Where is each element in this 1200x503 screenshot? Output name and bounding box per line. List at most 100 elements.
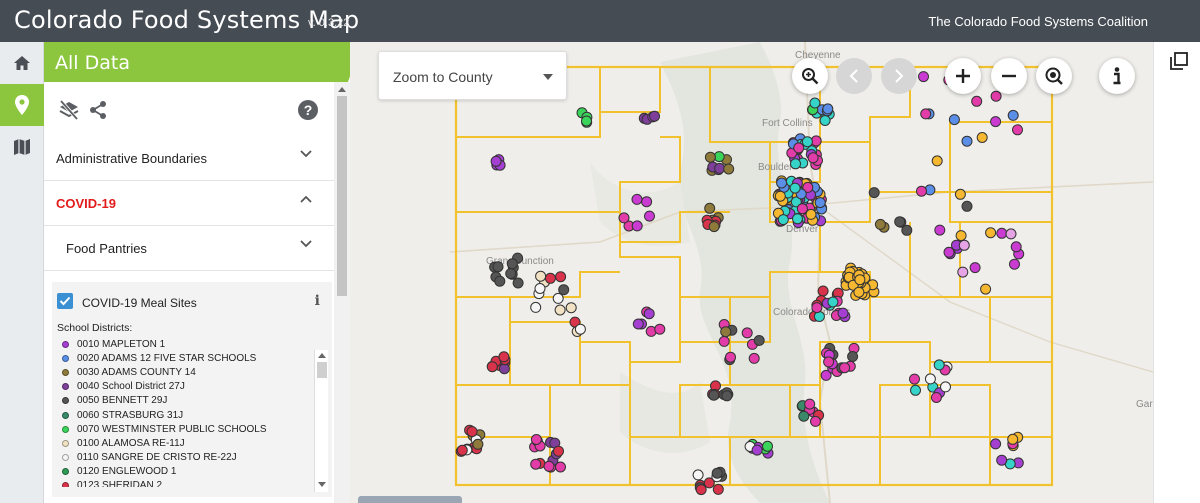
zoom-in-button[interactable] (945, 58, 981, 94)
meal-site-marker[interactable] (1007, 109, 1019, 121)
meal-site-marker[interactable] (631, 193, 643, 205)
meal-site-marker[interactable] (643, 308, 655, 320)
layers-off-icon[interactable] (58, 100, 80, 120)
home-button[interactable] (0, 42, 44, 84)
scroll-up-icon[interactable] (318, 352, 326, 358)
meal-site-marker[interactable] (940, 381, 951, 393)
meal-site-marker[interactable] (776, 177, 788, 189)
meal-site-marker[interactable] (753, 335, 765, 346)
meal-site-marker[interactable] (725, 351, 736, 363)
meal-site-marker[interactable] (558, 284, 570, 296)
meal-site-marker[interactable] (718, 335, 730, 347)
meal-site-marker[interactable] (955, 230, 967, 242)
meal-site-marker[interactable] (809, 97, 821, 109)
legend-scroll-thumb[interactable] (317, 362, 327, 378)
scroll-up-icon[interactable] (338, 86, 346, 92)
meal-site-marker[interactable] (1010, 241, 1022, 253)
meal-site-marker[interactable] (901, 224, 913, 236)
meal-site-marker[interactable] (711, 467, 723, 479)
meal-site-marker[interactable] (632, 318, 644, 330)
meal-site-marker[interactable] (654, 323, 666, 335)
meal-site-marker[interactable] (486, 361, 498, 373)
meal-site-marker[interactable] (712, 483, 724, 495)
meal-site-marker[interactable] (644, 210, 655, 222)
meal-site-marker[interactable] (796, 203, 808, 215)
info-icon[interactable]: i (315, 293, 320, 309)
panel-scroll-thumb[interactable] (337, 96, 347, 296)
meal-site-marker[interactable] (954, 188, 966, 200)
meal-site-marker[interactable] (748, 352, 760, 364)
legend-scrollbar[interactable] (314, 350, 328, 492)
meal-site-marker[interactable] (837, 307, 849, 319)
map-canvas[interactable]: Cheyenne Fort Collins Boulder Denver Gra… (350, 42, 1153, 503)
meal-site-marker[interactable] (976, 132, 988, 143)
meal-site-marker[interactable] (854, 274, 866, 286)
meal-site-marker[interactable] (958, 239, 970, 251)
meal-site-marker[interactable] (720, 326, 732, 338)
panel-scrollbar[interactable] (334, 82, 350, 503)
forward-button[interactable] (881, 58, 917, 94)
map-layers-button[interactable] (0, 84, 44, 126)
meal-site-marker[interactable] (990, 438, 1002, 450)
zoom-to-county-select[interactable]: Zoom to County (378, 51, 567, 100)
meal-site-marker[interactable] (819, 115, 831, 126)
meal-site-marker[interactable] (822, 103, 834, 115)
meal-site-marker[interactable] (868, 187, 880, 199)
back-button[interactable] (836, 58, 872, 94)
meal-site-marker[interactable] (498, 363, 510, 375)
meal-site-marker[interactable] (641, 196, 653, 208)
scroll-down-icon[interactable] (318, 482, 326, 488)
zoom-out-button[interactable] (991, 58, 1027, 94)
meal-site-marker[interactable] (874, 218, 886, 230)
meal-site-marker[interactable] (961, 135, 973, 147)
meal-site-marker[interactable] (777, 214, 789, 226)
meal-site-marker[interactable] (918, 71, 929, 83)
zoom-extent-button[interactable] (792, 58, 828, 94)
section-covid-19[interactable]: COVID-19 (44, 181, 334, 226)
meal-site-marker[interactable] (910, 384, 921, 396)
meal-site-marker[interactable] (618, 212, 630, 224)
meal-site-marker[interactable] (534, 283, 546, 294)
meal-site-marker[interactable] (490, 155, 502, 167)
meal-site-marker[interactable] (980, 283, 992, 295)
meal-site-marker[interactable] (741, 327, 753, 339)
meal-site-marker[interactable] (933, 359, 945, 371)
meal-site-marker[interactable] (631, 220, 643, 232)
meal-site-marker[interactable] (807, 152, 819, 164)
meal-site-marker[interactable] (544, 272, 556, 284)
meal-site-marker[interactable] (530, 458, 542, 470)
meal-site-marker[interactable] (934, 224, 946, 236)
meal-site-marker[interactable] (649, 110, 660, 122)
meal-site-marker[interactable] (751, 444, 763, 456)
meal-site-marker[interactable] (552, 292, 564, 304)
meal-site-marker[interactable] (810, 415, 821, 427)
meal-site-marker[interactable] (805, 208, 817, 220)
meal-site-marker[interactable] (704, 202, 716, 214)
meal-site-marker[interactable] (1009, 258, 1020, 270)
meal-site-marker[interactable] (931, 155, 943, 167)
meal-site-marker[interactable] (827, 296, 839, 308)
help-icon[interactable]: ? (298, 100, 318, 120)
meal-site-marker[interactable] (996, 227, 1008, 239)
meal-site-marker[interactable] (948, 114, 960, 126)
meal-site-marker[interactable] (811, 302, 823, 314)
meal-site-marker[interactable] (555, 461, 566, 473)
meal-site-marker[interactable] (708, 221, 720, 233)
meal-site-marker[interactable] (996, 454, 1008, 466)
meal-site-marker[interactable] (721, 390, 733, 402)
info-button[interactable] (1099, 58, 1135, 94)
meal-site-marker[interactable] (814, 197, 826, 209)
meal-site-marker[interactable] (695, 484, 707, 496)
meal-site-marker[interactable] (472, 438, 484, 450)
meal-site-marker[interactable] (565, 302, 577, 314)
meal-site-marker[interactable] (847, 351, 859, 362)
meal-site-marker[interactable] (692, 469, 704, 481)
meal-site-marker[interactable] (703, 477, 715, 489)
meal-site-marker[interactable] (920, 108, 932, 120)
meal-site-marker[interactable] (789, 182, 801, 194)
meal-site-marker[interactable] (792, 213, 803, 225)
meal-site-marker[interactable] (1005, 228, 1017, 240)
meal-site-marker[interactable] (543, 460, 555, 472)
meal-site-marker[interactable] (961, 200, 973, 212)
meal-site-marker[interactable] (804, 398, 816, 410)
